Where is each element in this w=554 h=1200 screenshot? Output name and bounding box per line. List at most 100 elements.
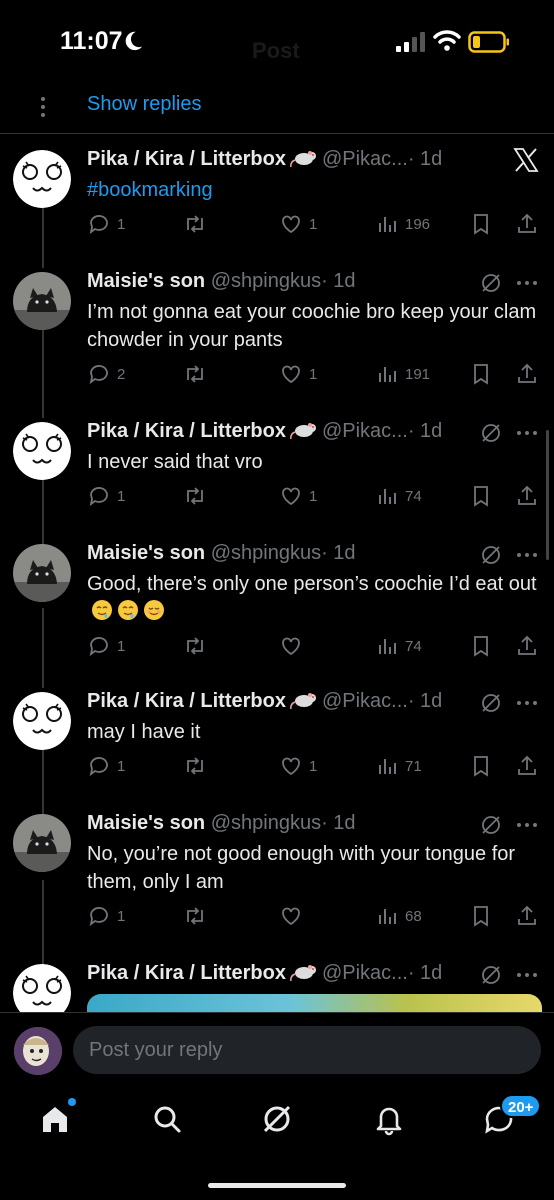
more-options-icon[interactable] [516, 700, 538, 706]
rat-emoji-icon [290, 965, 316, 982]
reply-icon [89, 487, 108, 507]
like-button[interactable]: 1 [279, 210, 317, 238]
tweet-age: · 1d [407, 962, 443, 984]
reply-button[interactable]: 1 [87, 210, 125, 238]
views-chart-icon [379, 489, 396, 504]
reply-icon [89, 365, 108, 385]
author-handle[interactable]: @Pikac... [322, 962, 408, 984]
share-icon [518, 485, 536, 505]
retweet-button[interactable] [183, 752, 207, 780]
share-button[interactable] [515, 632, 539, 660]
bookmark-button[interactable] [469, 482, 493, 510]
scrollbar[interactable] [546, 430, 549, 560]
author-handle[interactable]: @Pikac... [322, 420, 408, 442]
grok-tab-icon[interactable] [260, 1102, 294, 1136]
share-button[interactable] [515, 902, 539, 930]
grok-icon[interactable] [480, 272, 502, 294]
notifications-bell-icon[interactable] [372, 1102, 406, 1136]
grok-icon[interactable] [480, 422, 502, 444]
like-button[interactable] [279, 902, 309, 930]
tweet-age: · 1d [407, 690, 443, 712]
retweet-button[interactable] [183, 632, 207, 660]
author-name[interactable]: Maisie's son [87, 812, 205, 834]
like-button[interactable] [279, 632, 309, 660]
views-button[interactable]: 191 [375, 360, 430, 388]
home-notification-dot [68, 1098, 76, 1106]
retweet-button[interactable] [183, 210, 207, 238]
avatar[interactable] [13, 422, 71, 480]
page-title: Post [252, 38, 300, 63]
author-name[interactable]: Maisie's son [87, 542, 205, 564]
bookmark-button[interactable] [469, 902, 493, 930]
more-options-icon[interactable] [516, 280, 538, 286]
share-button[interactable] [515, 482, 539, 510]
reply-button[interactable]: 1 [87, 752, 125, 780]
bookmark-button[interactable] [469, 632, 493, 660]
avatar[interactable] [13, 544, 71, 602]
retweet-button[interactable] [183, 902, 207, 930]
author-name[interactable]: Pika / Kira / Litterbox [87, 148, 286, 170]
author-handle[interactable]: @Pikac... [322, 690, 408, 712]
views-button[interactable]: 74 [375, 632, 422, 660]
grok-icon[interactable] [480, 814, 502, 836]
tweet-age: · 1d [407, 148, 443, 170]
bookmark-icon [474, 636, 488, 657]
share-button[interactable] [515, 210, 539, 238]
show-replies-link[interactable]: Show replies [87, 93, 202, 116]
views-chart-icon [379, 367, 396, 382]
share-button[interactable] [515, 752, 539, 780]
reply-button[interactable]: 1 [87, 902, 125, 930]
vertical-dots-icon [41, 97, 45, 117]
reply-button[interactable]: 2 [87, 360, 125, 388]
avatar[interactable] [13, 692, 71, 750]
author-name[interactable]: Maisie's son [87, 270, 205, 292]
more-options-icon[interactable] [516, 972, 538, 978]
avatar[interactable] [13, 150, 71, 208]
author-name[interactable]: Pika / Kira / Litterbox [87, 690, 286, 712]
wifi-icon [433, 30, 461, 51]
search-icon[interactable] [150, 1102, 184, 1136]
author-handle[interactable]: @shpingkus [211, 542, 321, 564]
home-icon[interactable] [38, 1102, 72, 1136]
views-button[interactable]: 74 [375, 482, 422, 510]
hashtag-link[interactable]: #bookmarking [87, 179, 213, 201]
relieved-face-emoji-icon [144, 600, 164, 620]
avatar[interactable] [13, 814, 71, 872]
bookmark-button[interactable] [469, 210, 493, 238]
avatar[interactable] [13, 272, 71, 330]
retweet-icon [187, 365, 203, 383]
my-avatar[interactable] [14, 1027, 62, 1075]
author-handle[interactable]: @Pikac... [322, 148, 408, 170]
author-name[interactable]: Pika / Kira / Litterbox [87, 962, 286, 984]
like-button[interactable]: 1 [279, 360, 317, 388]
author-handle[interactable]: @shpingkus [211, 270, 321, 292]
reply-input[interactable] [73, 1026, 541, 1074]
retweet-icon [187, 215, 203, 233]
views-button[interactable]: 68 [375, 902, 422, 930]
tweet-header: Maisie's son @shpingkus· 1d [87, 812, 542, 840]
share-button[interactable] [515, 360, 539, 388]
grok-icon[interactable] [480, 692, 502, 714]
retweet-button[interactable] [183, 360, 207, 388]
media-preview[interactable] [87, 994, 542, 1014]
avatar[interactable] [13, 964, 71, 1014]
author-handle[interactable]: @shpingkus [211, 812, 321, 834]
show-replies-row[interactable]: Show replies [0, 84, 554, 134]
views-button[interactable]: 71 [375, 752, 422, 780]
bookmark-button[interactable] [469, 360, 493, 388]
more-options-icon[interactable] [516, 430, 538, 436]
views-button[interactable]: 196 [375, 210, 430, 238]
like-button[interactable]: 1 [279, 482, 317, 510]
retweet-button[interactable] [183, 482, 207, 510]
author-name[interactable]: Pika / Kira / Litterbox [87, 420, 286, 442]
reply-button[interactable]: 1 [87, 482, 125, 510]
tweet-header: Pika / Kira / Litterbox @Pikac...· 1d [87, 690, 542, 718]
grok-icon[interactable] [480, 964, 502, 986]
tweet-text: #bookmarking [87, 176, 537, 204]
reply-button[interactable]: 1 [87, 632, 125, 660]
like-button[interactable]: 1 [279, 752, 317, 780]
more-options-icon[interactable] [516, 552, 538, 558]
bookmark-button[interactable] [469, 752, 493, 780]
grok-icon[interactable] [480, 544, 502, 566]
more-options-icon[interactable] [516, 822, 538, 828]
